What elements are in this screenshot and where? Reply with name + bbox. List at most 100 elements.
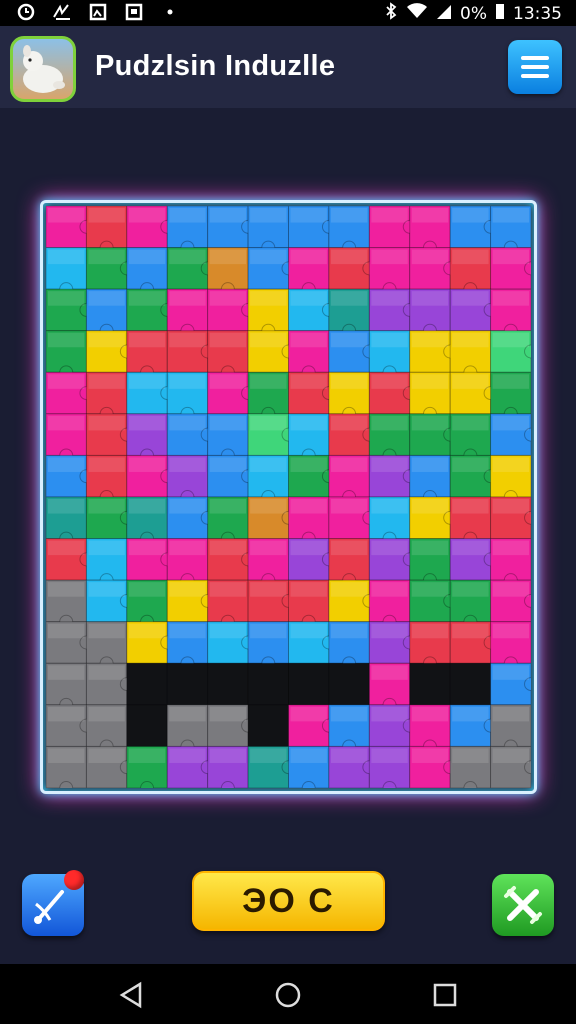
puzzle-piece-shine xyxy=(169,748,206,763)
puzzle-piece-shine xyxy=(209,540,247,556)
puzzle-piece-shine xyxy=(371,582,408,597)
puzzle-piece-shine xyxy=(492,623,529,639)
puzzle-piece-shine xyxy=(250,623,287,639)
puzzle-piece-shine xyxy=(371,208,408,223)
puzzle-piece-shine xyxy=(209,332,247,348)
puzzle-piece-shine xyxy=(88,291,125,306)
puzzle-piece-shine xyxy=(452,249,489,265)
puzzle-piece-shine xyxy=(209,249,247,265)
puzzle-piece-shine xyxy=(411,748,449,763)
puzzle-piece-shine xyxy=(128,415,166,431)
back-icon[interactable] xyxy=(116,980,146,1010)
puzzle-piece-shine xyxy=(128,623,166,639)
puzzle-piece-shine xyxy=(48,457,85,472)
puzzle-piece-shine xyxy=(250,540,287,556)
puzzle-piece-shine xyxy=(492,208,529,223)
puzzle-piece-shine xyxy=(128,748,166,763)
puzzle-piece-shine xyxy=(411,540,449,556)
puzzle-piece-shine xyxy=(88,249,125,265)
puzzle-piece-shine xyxy=(169,706,206,722)
puzzle-piece-shine xyxy=(128,249,166,265)
puzzle-piece-shine xyxy=(492,374,529,389)
puzzle-piece-shine xyxy=(492,249,529,265)
puzzle-piece-shine xyxy=(209,457,247,472)
empty-slot xyxy=(126,662,168,706)
system-nav-bar xyxy=(0,964,576,1024)
puzzle-piece-shine xyxy=(492,332,529,348)
puzzle-piece-shine xyxy=(452,582,489,597)
puzzle-piece-shine xyxy=(209,582,247,597)
puzzle-piece-shine xyxy=(330,249,368,265)
app-title: Pudzlsin Induzlle xyxy=(95,50,336,82)
puzzle-piece-shine xyxy=(128,499,166,514)
puzzle-piece-shine xyxy=(411,457,449,472)
puzzle-piece-shine xyxy=(411,291,449,306)
menu-button[interactable] xyxy=(508,40,562,94)
puzzle-piece-shine xyxy=(48,499,85,514)
puzzle-piece-shine xyxy=(371,499,408,514)
tools-button[interactable] xyxy=(492,874,554,936)
puzzle-piece-shine xyxy=(290,706,327,722)
puzzle-piece-shine xyxy=(88,582,125,597)
puzzle-piece-shine xyxy=(492,540,529,556)
recents-icon[interactable] xyxy=(430,980,460,1010)
puzzle-piece-shine xyxy=(452,374,489,389)
puzzle-piece-shine xyxy=(169,582,206,597)
puzzle-piece-shine xyxy=(88,208,125,223)
puzzle-piece-shine xyxy=(330,291,368,306)
puzzle-piece-shine xyxy=(371,332,408,348)
empty-slot xyxy=(126,704,168,747)
puzzle-piece-shine xyxy=(330,332,368,348)
puzzle-piece-shine xyxy=(371,665,408,680)
puzzle-piece-shine xyxy=(452,415,489,431)
puzzle-piece-shine xyxy=(209,208,247,223)
puzzle-piece-shine xyxy=(492,415,529,431)
puzzle-piece-shine xyxy=(290,374,327,389)
app-logo-icon[interactable] xyxy=(10,36,76,102)
puzzle-piece-shine xyxy=(452,623,489,639)
puzzle-board[interactable] xyxy=(46,206,531,788)
puzzle-piece-shine xyxy=(330,415,368,431)
puzzle-piece-shine xyxy=(411,623,449,639)
puzzle-piece-shine xyxy=(88,748,125,763)
battery-percent: 0% xyxy=(460,3,487,24)
app-header: Pudzlsin Induzlle xyxy=(0,26,576,108)
puzzle-piece-shine xyxy=(209,374,247,389)
puzzle-piece-shine xyxy=(48,374,85,389)
home-icon[interactable] xyxy=(273,980,303,1010)
puzzle-piece-shine xyxy=(209,415,247,431)
menu-icon-line xyxy=(521,74,549,78)
puzzle-piece-shine xyxy=(128,540,166,556)
puzzle-piece-shine xyxy=(290,249,327,265)
puzzle-piece-shine xyxy=(250,249,287,265)
puzzle-piece-shine xyxy=(330,540,368,556)
puzzle-piece-shine xyxy=(48,748,85,763)
empty-slot xyxy=(207,662,249,706)
puzzle-piece-shine xyxy=(290,291,327,306)
menu-icon xyxy=(521,56,549,60)
puzzle-piece-shine xyxy=(48,291,85,306)
puzzle-piece-shine xyxy=(250,291,287,306)
puzzle-piece-shine xyxy=(169,499,206,514)
puzzle-piece-shine xyxy=(48,249,85,265)
gallery-icon xyxy=(88,2,108,22)
puzzle-piece-shine xyxy=(330,457,368,472)
puzzle-piece-shine xyxy=(371,415,408,431)
puzzle-piece-shine xyxy=(250,582,287,597)
puzzle-piece-shine xyxy=(169,332,206,348)
puzzle-piece-shine xyxy=(250,208,287,223)
empty-slot xyxy=(288,662,330,706)
status-bar: 0% 13:35 xyxy=(0,0,576,26)
puzzle-piece-shine xyxy=(371,374,408,389)
puzzle-piece-shine xyxy=(88,457,125,472)
puzzle-piece-shine xyxy=(209,291,247,306)
puzzle-piece-shine xyxy=(371,457,408,472)
puzzle-piece-shine xyxy=(492,291,529,306)
hint-tool-button[interactable] xyxy=(22,870,84,936)
puzzle-piece-shine xyxy=(250,374,287,389)
puzzle-piece-shine xyxy=(128,374,166,389)
puzzle-piece-shine xyxy=(88,332,125,348)
score-button[interactable]: ЭО С xyxy=(192,871,385,931)
puzzle-piece-shine xyxy=(48,706,85,722)
puzzle-piece-shine xyxy=(88,415,125,431)
